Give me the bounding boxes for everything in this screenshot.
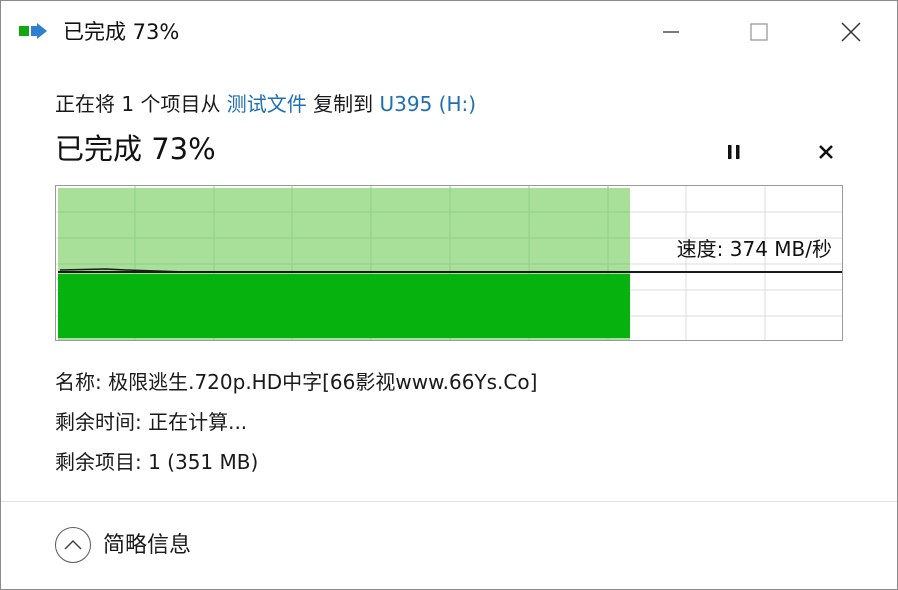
destination-drive-link[interactable]: U395 (H:): [380, 92, 477, 116]
file-name: 名称: 极限逃生.720p.HD中字[66影视www.66Ys.Co]: [55, 370, 538, 394]
transfer-speed-graph: 速度: 374 MB/秒: [55, 185, 843, 341]
close-window-button[interactable]: [805, 1, 897, 63]
progress-dark-area: [58, 274, 630, 338]
maximize-icon: [750, 23, 768, 41]
pause-icon: [728, 145, 740, 159]
chevron-up-icon: [64, 539, 82, 550]
cancel-copy-button[interactable]: [809, 135, 843, 169]
source-folder-link[interactable]: 测试文件: [227, 92, 307, 116]
collapse-details-button[interactable]: [55, 527, 91, 563]
copy-prefix: 正在将 1 个项目从: [55, 92, 227, 116]
footer-divider: [1, 501, 897, 502]
cancel-icon: [819, 145, 833, 159]
minimize-button[interactable]: [625, 1, 717, 63]
copy-middle: 复制到: [306, 92, 380, 116]
maximize-button[interactable]: [713, 1, 805, 63]
copy-description: 正在将 1 个项目从 测试文件 复制到 U395 (H:): [55, 89, 476, 119]
progress-title: 已完成 73%: [55, 132, 216, 166]
copy-arrow-icon: [19, 23, 51, 43]
title-bar[interactable]: 已完成 73%: [1, 1, 897, 63]
window-title: 已完成 73%: [63, 20, 180, 44]
copy-progress-dialog: 已完成 73% 正在将 1 个项目从 测试文件 复制到 U395 (H:) 已完…: [0, 0, 898, 590]
time-remaining: 剩余时间: 正在计算...: [55, 410, 248, 434]
minimize-icon: [663, 31, 679, 33]
speed-readout: 速度: 374 MB/秒: [676, 237, 832, 261]
pause-button[interactable]: [717, 135, 751, 169]
items-remaining: 剩余项目: 1 (351 MB): [55, 450, 259, 474]
close-icon: [841, 22, 861, 42]
collapse-details-label[interactable]: 简略信息: [103, 531, 191, 561]
copy-details: 名称: 极限逃生.720p.HD中字[66影视www.66Ys.Co] 剩余时间…: [55, 367, 537, 487]
